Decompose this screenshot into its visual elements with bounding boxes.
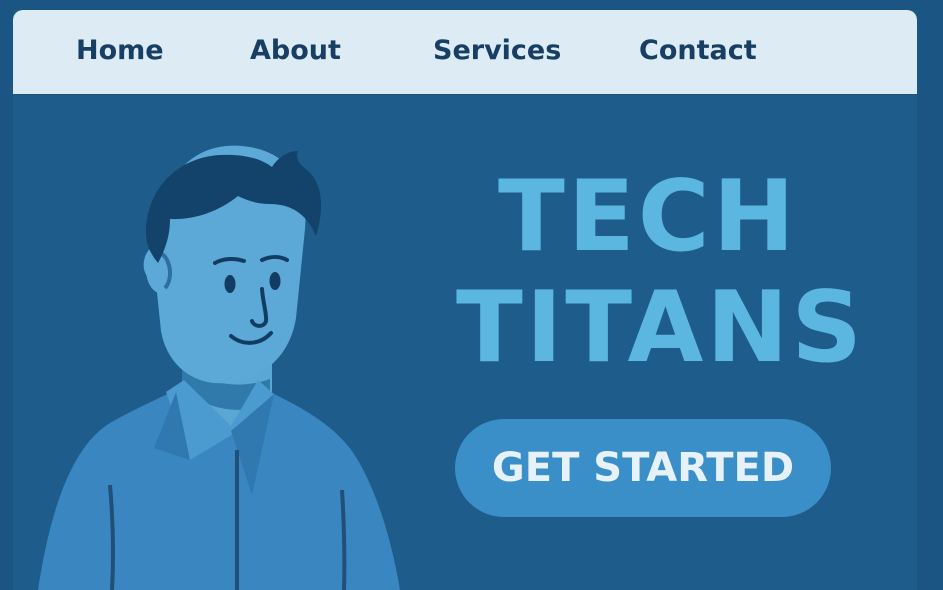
man-in-shirt-illustration-icon (38, 145, 400, 590)
hero-title-line1: TECH (498, 160, 798, 274)
landing-page: Home About Services Contact TECH TITANS … (0, 0, 943, 590)
nav-home-link[interactable]: Home (76, 34, 164, 68)
page-frame-top (0, 0, 943, 10)
nav-about-link[interactable]: About (250, 34, 341, 68)
top-navigation-bar: Home About Services Contact (13, 10, 917, 94)
get-started-button[interactable]: GET STARTED (455, 419, 831, 517)
nav-contact-link[interactable]: Contact (639, 34, 757, 68)
nav-services-link[interactable]: Services (433, 34, 561, 68)
page-frame-right (917, 0, 943, 590)
hero-title-line2: TITANS (456, 271, 865, 385)
